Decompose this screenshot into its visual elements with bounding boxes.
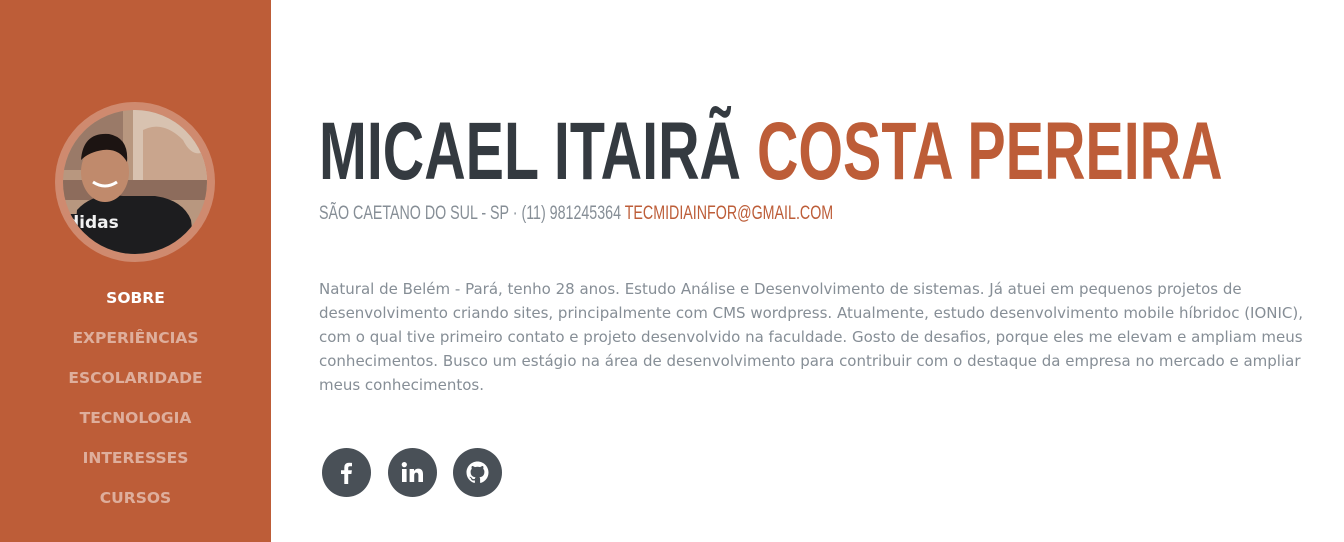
linkedin-icon (401, 462, 423, 482)
last-name: COSTA PEREIRA (756, 106, 1223, 197)
nav-item-sobre[interactable]: SOBRE (0, 284, 271, 324)
page-title: MICAEL ITAIRÃ COSTA PEREIRA (319, 104, 1223, 200)
contact-text: SÃO CAETANO DO SUL - SP · (11) 981245364 (319, 203, 622, 224)
nav-item-tecnologia[interactable]: TECNOLOGIA (0, 404, 271, 444)
sidebar: didas SOBRE EXPERIÊNCIAS ESCOLARIDADE TE… (0, 0, 271, 542)
avatar: didas (63, 110, 207, 254)
svg-text:didas: didas (67, 213, 119, 233)
linkedin-button[interactable] (388, 448, 437, 497)
github-icon (466, 461, 489, 483)
nav-item-cursos[interactable]: CURSOS (0, 484, 271, 524)
page: didas SOBRE EXPERIÊNCIAS ESCOLARIDADE TE… (0, 0, 1344, 542)
nav-item-experiencias[interactable]: EXPERIÊNCIAS (0, 324, 271, 364)
facebook-icon (341, 462, 352, 484)
nav-item-escolaridade[interactable]: ESCOLARIDADE (0, 364, 271, 404)
sidebar-nav: SOBRE EXPERIÊNCIAS ESCOLARIDADE TECNOLOG… (0, 284, 271, 524)
github-button[interactable] (453, 448, 502, 497)
avatar-ring: didas (55, 102, 215, 262)
contact-line: SÃO CAETANO DO SUL - SP · (11) 981245364… (319, 202, 833, 226)
bio-text: Natural de Belém - Pará, tenho 28 anos. … (319, 280, 1304, 394)
profile-photo: didas (63, 110, 207, 254)
nav-item-interesses[interactable]: INTERESSES (0, 444, 271, 484)
first-name: MICAEL ITAIRÃ (319, 106, 741, 197)
email-link[interactable]: TECMIDIAINFOR@GMAIL.COM (625, 203, 833, 224)
facebook-button[interactable] (322, 448, 371, 497)
